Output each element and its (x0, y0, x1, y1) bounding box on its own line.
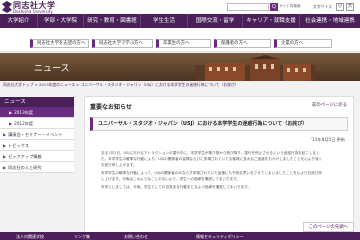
sidebar-item-topics[interactable]: ▶ トピックス (0, 140, 74, 151)
gnav-item-student-life[interactable]: 学生生活 (141, 14, 188, 28)
back-link[interactable]: 前のページに戻る (312, 102, 347, 108)
footer-link-contact[interactable]: お問い合わせ (124, 234, 148, 240)
sidebar-item-label: 同志社の人と研究 (8, 165, 42, 170)
site-search-label: サイト内検索 (279, 4, 301, 8)
gnav-item-career[interactable]: キャリア・就職支援 (243, 14, 300, 28)
university-logo-icon[interactable] (2, 1, 12, 13)
sidebar-item-label: 2013年度 (14, 110, 34, 115)
triangle-right-icon: ▶ (9, 121, 13, 126)
text-size-label: 文字サイズ (313, 4, 332, 9)
sidebar-item-label: 2012年度 (14, 121, 34, 126)
gnav-item-about[interactable]: 大学紹介 (0, 14, 38, 28)
text-size-small-button[interactable]: 小 (336, 3, 344, 11)
article-date: '13年8月5日 更新 (310, 137, 345, 142)
campus-building-image (195, 55, 315, 81)
article-body-line: 本学としましては、今後、学生としての自覚ある行動をとるよう指導を徹底してまいりま… (101, 185, 251, 189)
site-footer (0, 232, 360, 240)
audience-prospective[interactable]: 同志社大学を志望の方へ (30, 39, 89, 48)
site-header: 同志社大学 Doshisha University Q サイト内検索 文字サイズ… (0, 0, 360, 14)
main-content: 重要なお知らせ 前のページに戻る ユニバーサル・スタジオ・ジャパン（USJ）にお… (84, 96, 354, 240)
footer-link-affiliated[interactable]: 法人内関連学校 (16, 234, 44, 240)
triangle-right-icon: ▶ (3, 165, 7, 170)
footer-link-links[interactable]: リンク集 (74, 234, 90, 240)
breadcrumb[interactable]: 同志社大学トップ > 2013年度のニュース > ユニバーサル・スタジオ・ジャパ… (3, 82, 239, 88)
triangle-right-icon: ▶ (9, 110, 13, 115)
section-title: 重要なお知らせ (90, 104, 132, 111)
sidebar-title[interactable]: ニュース (0, 97, 74, 107)
sidebar-item-pickup[interactable]: ▶ ピックアップ情報 (0, 151, 74, 162)
search-button[interactable]: Q (270, 3, 278, 11)
triangle-right-icon: ▶ (3, 132, 7, 137)
gnav-item-international[interactable]: 国際交流・留学 (188, 14, 243, 28)
audience-companies[interactable]: 企業の方へ (274, 39, 332, 48)
gnav-item-community[interactable]: 社会連携・地域連携 (300, 14, 360, 28)
sidebar-item-label: 講演会・セミナー・イベント (8, 132, 63, 137)
footer-link-security-policy[interactable]: 情報セキュリティポリシー (196, 234, 244, 240)
article-body-line: 本学学生の軽率な行動によって、USJの関係者のみならず来場されていた皆様にも不快… (101, 171, 322, 175)
audience-alumni[interactable]: 卒業生の方へ (156, 39, 211, 48)
article-body-line: た。本学学生の軽率な行動により、USJの関係者の皆様ならびに来場されていたお客様… (101, 157, 323, 161)
sidebar-item-2012[interactable]: ▶ 2012年度 (0, 118, 74, 129)
audience-nav: 同志社大学を志望の方へ 同志社大学で学ぶ方へ 卒業生の方へ 保護者の方へ 企業の… (0, 28, 360, 52)
audience-parents[interactable]: 保護者の方へ (214, 39, 271, 48)
sidebar-item-label: トピックス (8, 143, 29, 148)
article-body-line: お詫び申し上げます。 (101, 163, 137, 167)
page-banner: ニュース (0, 53, 360, 81)
gnav-item-research[interactable]: 研究・教育・図書館 (84, 14, 141, 28)
sidebar-item-label: ピックアップ情報 (8, 154, 42, 159)
search-input[interactable] (227, 3, 269, 11)
triangle-right-icon: ▶ (3, 154, 7, 159)
page-top-link[interactable]: このページの先頭へ (302, 222, 354, 232)
article-body-line: 去る7月2日、USJにおけるアトラクションの運行中に、本学学生が乗り物から飛び降… (101, 151, 320, 155)
banner-title: ニュース (34, 64, 70, 74)
sidebar-item-2013[interactable]: ▶ 2013年度 (0, 107, 74, 118)
gnav-item-faculties[interactable]: 学部・大学院 (38, 14, 84, 28)
audience-current[interactable]: 同志社大学で学ぶ方へ (92, 39, 153, 48)
article-body-line: し上げます。今後はこのようなことのないよう、学生への指導を徹底してまいります。 (101, 177, 241, 181)
sidebar-item-events[interactable]: ▶ 講演会・セミナー・イベント (0, 129, 74, 140)
article-title: ユニバーサル・スタジオ・ジャパン（USJ）における本学学生の迷惑行為について（お… (90, 117, 348, 131)
triangle-right-icon: ▶ (3, 143, 7, 148)
sidebar-item-people-research[interactable]: ▶ 同志社の人と研究 (0, 162, 74, 173)
global-nav: 大学紹介 学部・大学院 研究・教育・図書館 学生生活 国際交流・留学 キャリア・… (0, 14, 360, 28)
text-size-large-button[interactable]: 大 (346, 3, 354, 11)
